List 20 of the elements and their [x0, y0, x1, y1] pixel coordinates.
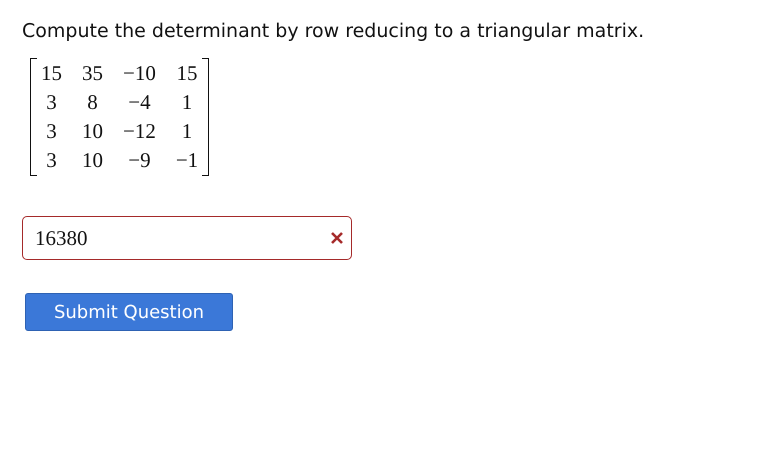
matrix-entry: 3 [45, 89, 58, 116]
matrix-entry: 3 [45, 147, 58, 174]
matrix-entry: −1 [176, 147, 198, 174]
answer-field[interactable]: 16380 [22, 216, 352, 260]
cross-icon [330, 231, 344, 245]
matrix-entry: 35 [82, 60, 103, 87]
matrix-entry: 1 [180, 118, 194, 145]
matrix-entry: −4 [127, 89, 152, 116]
matrix-entry: −12 [123, 118, 156, 145]
matrix-entry: 10 [82, 147, 103, 174]
submit-button[interactable]: Submit Question [25, 293, 233, 331]
matrix-entry: −9 [127, 147, 152, 174]
matrix-entry: −10 [123, 60, 156, 87]
question-text: Compute the determinant by row reducing to a triangular matrix. [22, 20, 646, 42]
matrix-entry: 15 [41, 60, 62, 87]
matrix-entry: 10 [82, 118, 103, 145]
matrix-entry: 1 [180, 89, 194, 116]
matrix-entry: 3 [45, 118, 58, 145]
matrix-entry: 15 [176, 60, 198, 87]
matrix-entry: 8 [86, 89, 99, 116]
